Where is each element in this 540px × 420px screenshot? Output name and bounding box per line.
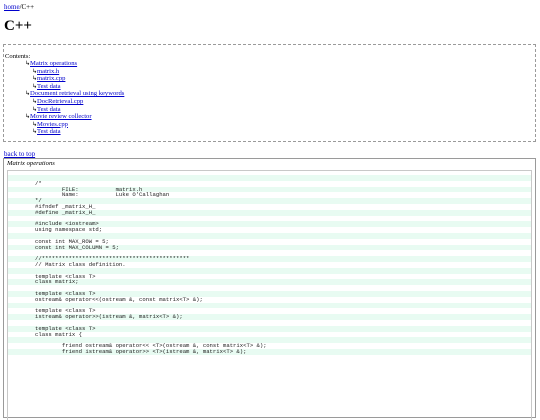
contents-link[interactable]: Matrix operations xyxy=(30,60,77,67)
contents-item: ↳Matrix operations xyxy=(25,60,124,68)
code-lines: /* FILE: matrix.h Name: Luke O'Callaghan… xyxy=(8,175,531,355)
code-line: friend istream& operator>> <T>(istream &… xyxy=(8,349,531,355)
contents-link[interactable]: Test data xyxy=(37,106,61,113)
contents-item: ↳matrix.cpp xyxy=(25,75,124,83)
contents-item: ↳Test data xyxy=(25,106,124,114)
back-to-top-link[interactable]: back to top xyxy=(4,150,35,158)
contents-link[interactable]: Movies.cpp xyxy=(37,121,68,128)
contents-tree: ↳Matrix operations ↳matrix.h ↳matrix.cpp ↳T… xyxy=(25,60,124,136)
page-title: C++ xyxy=(4,18,32,34)
code-listing: /* FILE: matrix.h Name: Luke O'Callaghan… xyxy=(7,170,532,420)
contents-link[interactable]: Test data xyxy=(37,128,61,135)
breadcrumb-current: C++ xyxy=(21,3,35,11)
contents-link[interactable]: DocRetrieval.cpp xyxy=(37,98,83,105)
contents-item: ↳Test data xyxy=(25,83,124,91)
contents-item: ↳Movie review collector xyxy=(25,113,124,121)
contents-item: ↳DocRetrieval.cpp xyxy=(25,98,124,106)
contents-item: ↳matrix.h xyxy=(25,68,124,76)
section-title: Matrix operations xyxy=(7,160,55,167)
breadcrumb-home-link[interactable]: home xyxy=(4,3,20,11)
breadcrumb: home/C++ xyxy=(4,3,34,11)
contents-link[interactable]: Test data xyxy=(37,83,61,90)
contents-item: ↳Document retrieval using keywords xyxy=(25,90,124,98)
section-matrix-operations: Matrix operations /* FILE: matrix.h Name… xyxy=(3,158,536,420)
contents-link[interactable]: matrix.cpp xyxy=(37,75,65,82)
contents-link[interactable]: Document retrieval using keywords xyxy=(30,90,124,97)
contents-box: Contents: ↳Matrix operations ↳matrix.h ↳ma… xyxy=(3,44,536,142)
contents-item: ↳Movies.cpp xyxy=(25,121,124,129)
contents-link[interactable]: Movie review collector xyxy=(30,113,92,120)
contents-item: ↳Test data xyxy=(25,128,124,136)
contents-link[interactable]: matrix.h xyxy=(37,68,59,75)
